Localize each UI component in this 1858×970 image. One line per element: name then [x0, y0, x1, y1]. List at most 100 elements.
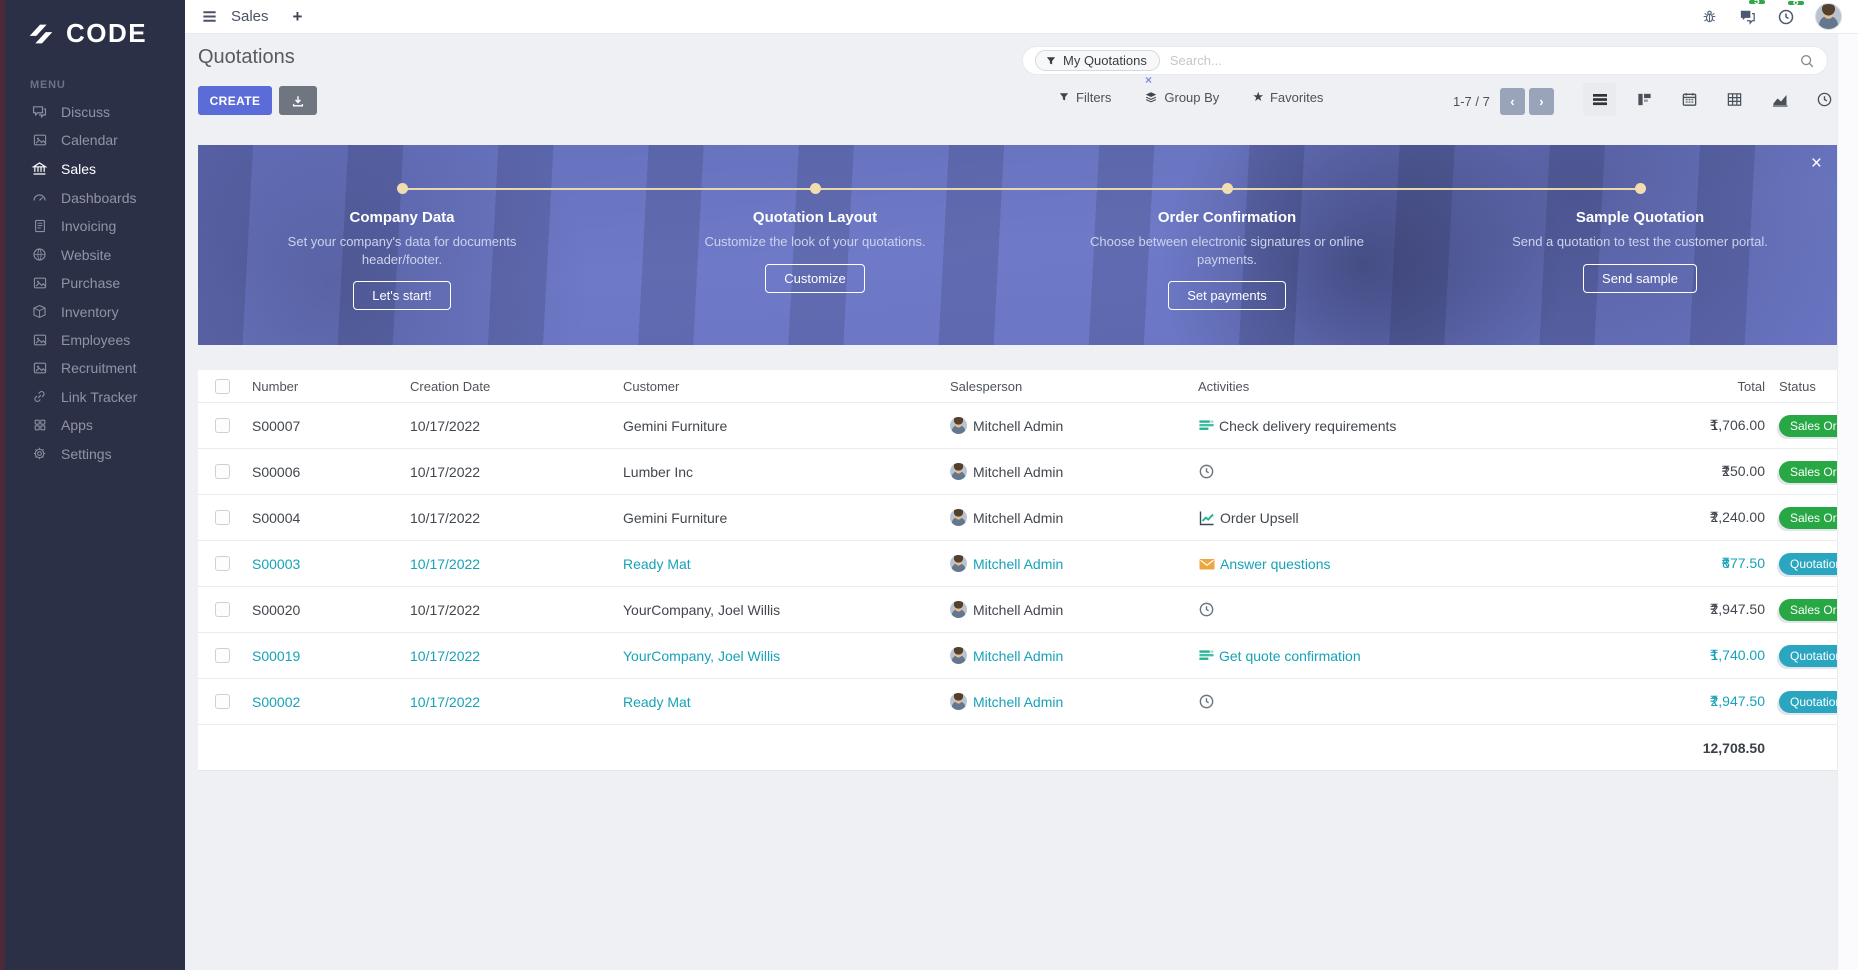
main-content: Quotations My Quotations Search... × CRE… [185, 33, 1838, 970]
search-icon[interactable] [1799, 53, 1815, 69]
row-total: 2,240.00 [1711, 509, 1766, 525]
favorites-button[interactable]: ★ Favorites [1252, 89, 1323, 105]
sidebar-item-purchase[interactable]: Purchase [5, 269, 185, 297]
sidebar-item-dashboards[interactable]: Dashboards [5, 183, 185, 212]
calendar-view-button[interactable] [1673, 83, 1706, 116]
image-icon [31, 360, 48, 376]
debug-bug-icon[interactable] [1701, 8, 1718, 25]
clock-icon[interactable] [1198, 601, 1215, 618]
set-payments-button[interactable]: Set payments [1168, 281, 1286, 310]
window-edge [0, 0, 5, 970]
graph-view-button[interactable] [1763, 83, 1796, 116]
status-badge: Sales Order [1779, 415, 1838, 437]
user-avatar[interactable] [1815, 3, 1842, 30]
table-row[interactable]: S0000310/17/2022Ready MatMitchell AdminA… [198, 540, 1838, 586]
row-customer: Gemini Furniture [623, 418, 950, 434]
messages-icon[interactable]: 5 [1738, 7, 1757, 26]
column-header-customer[interactable]: Customer [623, 379, 950, 394]
pager-previous-button[interactable]: ‹ [1500, 88, 1525, 115]
menu-section-label: MENU [30, 79, 185, 91]
table-row[interactable]: S0000610/17/2022Lumber IncMitchell Admin… [198, 448, 1838, 494]
row-checkbox[interactable] [215, 418, 230, 433]
filters-button[interactable]: Filters [1058, 89, 1111, 105]
activity-label[interactable]: Check delivery requirements [1219, 418, 1396, 434]
column-header-activities[interactable]: Activities [1198, 379, 1640, 394]
clock-icon[interactable] [1198, 693, 1215, 710]
new-tab-button[interactable]: + [293, 7, 303, 27]
envelope-icon[interactable] [1198, 555, 1216, 573]
search-facet[interactable]: My Quotations [1035, 50, 1160, 71]
sidebar-item-sales[interactable]: Sales [5, 154, 185, 183]
column-header-salesperson[interactable]: Salesperson [950, 379, 1198, 394]
chart-icon[interactable] [1198, 509, 1216, 527]
scrollbar-gutter[interactable] [1837, 33, 1858, 970]
activity-label[interactable]: Answer questions [1220, 556, 1331, 572]
pager-next-button[interactable]: › [1529, 88, 1554, 115]
list-view-button[interactable] [1583, 83, 1616, 116]
app-logo[interactable]: CODE [5, 0, 185, 49]
currency-symbol: ₹ [1721, 555, 1730, 572]
sidebar-item-label: Apps [61, 417, 93, 433]
sidebar-item-recruitment[interactable]: Recruitment [5, 354, 185, 382]
search-bar[interactable]: My Quotations Search... × [1022, 46, 1828, 75]
column-header-number[interactable]: Number [252, 379, 410, 394]
banner-close-icon[interactable]: × [1811, 153, 1822, 175]
row-checkbox[interactable] [215, 648, 230, 663]
table-row[interactable]: S0000210/17/2022Ready MatMitchell Admin₹… [198, 678, 1838, 724]
kanban-view-icon [1636, 91, 1653, 108]
create-button[interactable]: CREATE [198, 86, 272, 115]
logo-text: CODE [66, 18, 147, 49]
column-header-total[interactable]: Total [1640, 379, 1765, 394]
sidebar-item-apps[interactable]: Apps [5, 411, 185, 439]
onboarding-step-company-data: Company DataSet your company's data for … [262, 209, 542, 310]
send-sample-button[interactable]: Send sample [1583, 264, 1697, 293]
let-s-start-button[interactable]: Let's start! [353, 281, 451, 310]
table-row[interactable]: S0000410/17/2022Gemini FurnitureMitchell… [198, 494, 1838, 540]
customize-button[interactable]: Customize [765, 264, 864, 293]
activity-label[interactable]: Order Upsell [1220, 510, 1299, 526]
row-creation-date: 10/17/2022 [410, 418, 623, 434]
facet-remove-icon[interactable]: × [1145, 73, 1152, 87]
clock-icon[interactable] [1198, 463, 1215, 480]
sidebar-item-calendar[interactable]: Calendar [5, 126, 185, 154]
sidebar-item-invoicing[interactable]: Invoicing [5, 212, 185, 240]
sidebar-item-website[interactable]: Website [5, 240, 185, 269]
kanban-view-button[interactable] [1628, 83, 1661, 116]
tasks-icon[interactable] [1198, 647, 1215, 664]
sidebar-item-settings[interactable]: Settings [5, 439, 185, 468]
table-row[interactable]: S0002010/17/2022YourCompany, Joel Willis… [198, 586, 1838, 632]
row-checkbox[interactable] [215, 464, 230, 479]
column-header-creation-date[interactable]: Creation Date [410, 379, 623, 394]
import-button[interactable] [279, 86, 317, 115]
pivot-view-button[interactable] [1718, 83, 1751, 116]
tasks-icon[interactable] [1198, 417, 1215, 434]
sidebar-item-link-tracker[interactable]: Link Tracker [5, 382, 185, 411]
sidebar-nav: DiscussCalendarSalesDashboardsInvoicingW… [5, 97, 185, 468]
sidebar-item-inventory[interactable]: Inventory [5, 297, 185, 326]
table-row[interactable]: S0001910/17/2022YourCompany, Joel Willis… [198, 632, 1838, 678]
step-description: Send a quotation to test the customer po… [1500, 233, 1780, 251]
select-all-checkbox[interactable] [215, 379, 230, 394]
table-row[interactable]: S0000710/17/2022Gemini FurnitureMitchell… [198, 402, 1838, 448]
activity-label[interactable]: Get quote confirmation [1219, 648, 1361, 664]
sidebar-item-discuss[interactable]: Discuss [5, 97, 185, 126]
column-header-status[interactable]: Status [1779, 379, 1838, 394]
status-badge: Sales Order [1779, 507, 1838, 529]
activity-clock-icon[interactable]: 8 [1777, 8, 1795, 26]
search-input[interactable]: Search... [1170, 53, 1799, 68]
step-description: Set your company's data for documents he… [262, 233, 542, 268]
salesperson-name: Mitchell Admin [973, 694, 1063, 710]
calendar-view-icon [1681, 91, 1698, 108]
row-customer: YourCompany, Joel Willis [623, 602, 950, 618]
hamburger-menu-icon[interactable] [201, 8, 218, 25]
row-checkbox[interactable] [215, 556, 230, 571]
group-by-button[interactable]: Group By [1144, 89, 1219, 105]
sidebar-item-employees[interactable]: Employees [5, 326, 185, 354]
active-app-name[interactable]: Sales [231, 8, 269, 25]
onboarding-step-dot [810, 183, 821, 194]
row-checkbox[interactable] [215, 602, 230, 617]
table-footer-row: 12,708.50 [198, 724, 1838, 770]
activity-view-button[interactable] [1808, 83, 1838, 116]
row-checkbox[interactable] [215, 510, 230, 525]
row-checkbox[interactable] [215, 694, 230, 709]
